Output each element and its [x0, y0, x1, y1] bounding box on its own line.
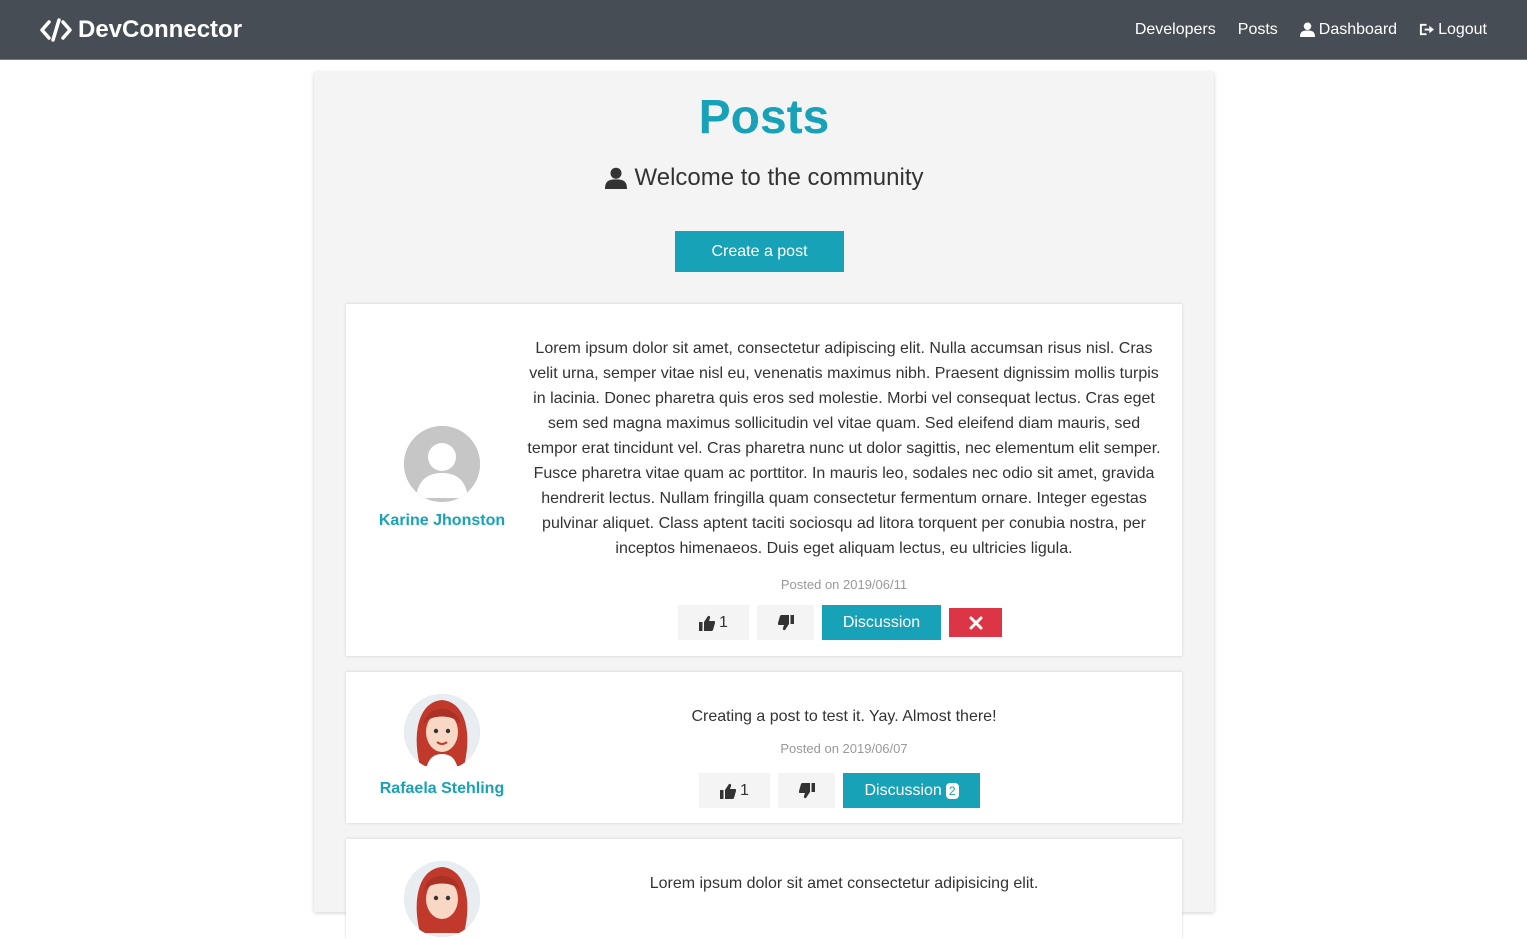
- nav-logout[interactable]: Logout: [1419, 21, 1487, 39]
- nav-links: Developers Posts Dashboard Logout: [1135, 21, 1487, 39]
- welcome-text: Welcome to the community: [634, 164, 924, 191]
- discussion-button[interactable]: Discussion: [822, 605, 941, 640]
- post-content: Lorem ipsum dolor sit amet consectetur a…: [526, 871, 1162, 896]
- create-post-button[interactable]: Create a post: [675, 231, 844, 272]
- red-hair-avatar-icon: [404, 694, 480, 770]
- avatar: [404, 694, 480, 770]
- nav-logout-label: Logout: [1438, 20, 1487, 38]
- post-text: Lorem ipsum dolor sit amet consectetur a…: [649, 875, 1039, 892]
- post-actions: 1 Discussion 2: [699, 773, 980, 808]
- nav-dashboard-label: Dashboard: [1318, 20, 1398, 38]
- like-button[interactable]: 1: [699, 773, 770, 808]
- post-content: Lorem ipsum dolor sit amet, consectetur …: [526, 336, 1162, 592]
- user-icon: [1299, 22, 1315, 37]
- like-count: 1: [740, 781, 749, 799]
- author-name: Karine Jhonston: [378, 512, 506, 529]
- post-item: Rafaela Stehling Creating a post to test…: [346, 672, 1182, 823]
- nav-posts[interactable]: Posts: [1238, 21, 1278, 39]
- unlike-button[interactable]: [778, 773, 835, 808]
- post-text: Creating a post to test it. Yay. Almost …: [691, 708, 997, 725]
- nav-developers[interactable]: Developers: [1135, 21, 1216, 39]
- red-hair-avatar-icon: [404, 861, 480, 937]
- post-item: Lorem ipsum dolor sit amet consectetur a…: [346, 839, 1182, 939]
- post-actions: 1 Discussion: [678, 605, 1002, 640]
- main-container: Posts Welcome to the community Create a …: [314, 72, 1214, 939]
- welcome-lead: Welcome to the community: [314, 164, 1214, 192]
- unlike-button[interactable]: [757, 605, 814, 640]
- post-date: Posted on 2019/06/11: [780, 577, 908, 592]
- delete-button[interactable]: [949, 608, 1002, 637]
- like-button[interactable]: 1: [678, 605, 749, 640]
- thumbs-up-icon: [720, 783, 737, 799]
- author-name: Rafaela Stehling: [379, 780, 505, 797]
- avatar: [404, 861, 480, 937]
- post-item: Karine Jhonston Lorem ipsum dolor sit am…: [346, 304, 1182, 656]
- code-icon: [40, 17, 72, 42]
- avatar: [404, 426, 480, 502]
- sign-out-icon: [1420, 23, 1435, 36]
- thumbs-down-icon: [798, 782, 815, 798]
- user-icon: [604, 167, 627, 189]
- like-count: 1: [719, 613, 728, 631]
- post-content: Creating a post to test it. Yay. Almost …: [526, 704, 1162, 756]
- nav-dashboard[interactable]: Dashboard: [1299, 20, 1398, 39]
- post-author[interactable]: Rafaela Stehling: [346, 694, 538, 798]
- thumbs-up-icon: [699, 615, 716, 631]
- page-title: Posts: [698, 91, 830, 144]
- comment-count-badge: 2: [945, 782, 959, 799]
- post-text: Lorem ipsum dolor sit amet, consectetur …: [527, 340, 1161, 557]
- post-date: Posted on 2019/06/07: [780, 741, 908, 756]
- navbar: DevConnector Developers Posts Dashboard …: [0, 0, 1527, 60]
- discussion-label: Discussion: [864, 781, 942, 799]
- thumbs-down-icon: [777, 614, 794, 630]
- close-icon: [969, 616, 982, 629]
- discussion-label: Discussion: [842, 613, 921, 631]
- default-avatar-icon: [404, 426, 480, 502]
- post-author[interactable]: [346, 861, 538, 937]
- post-author[interactable]: Karine Jhonston: [346, 426, 538, 530]
- brand-link[interactable]: DevConnector: [40, 16, 242, 44]
- discussion-button[interactable]: Discussion 2: [843, 773, 980, 808]
- brand-name: DevConnector: [78, 15, 243, 43]
